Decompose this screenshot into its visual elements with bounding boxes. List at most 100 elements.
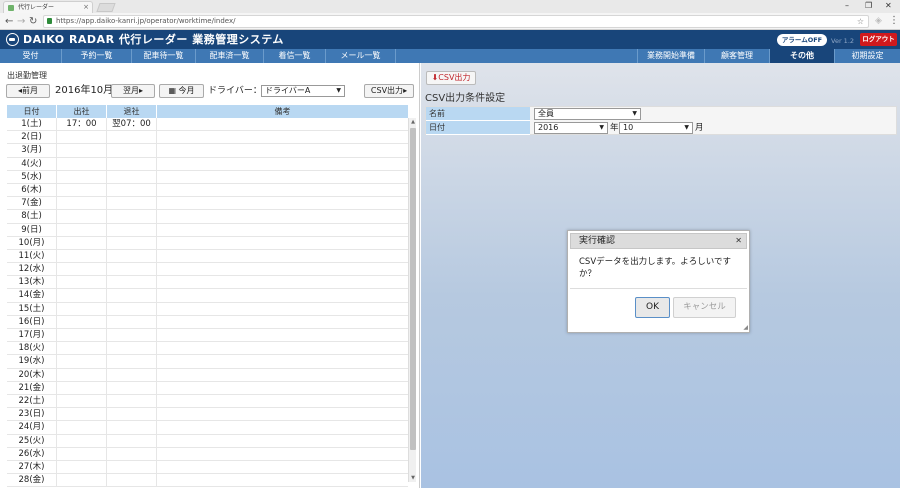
driver-select[interactable]: ドライバーA ▼	[261, 85, 345, 97]
this-month-button[interactable]: ▦ 今月	[159, 84, 204, 98]
back-icon[interactable]: ←	[5, 15, 13, 28]
dialog-header[interactable]: 実行確認 ✕	[570, 233, 747, 249]
window-close-icon[interactable]: ✕	[885, 0, 892, 12]
alarm-toggle-button[interactable]: アラームOFF	[777, 34, 827, 46]
cell-note	[157, 435, 408, 448]
nav-dispatched[interactable]: 配車済一覧	[196, 49, 264, 63]
table-row[interactable]: 13(木)	[7, 276, 408, 290]
table-row[interactable]: 10(月)	[7, 236, 408, 250]
table-row[interactable]: 4(火)	[7, 157, 408, 171]
table-row[interactable]: 3(月)	[7, 144, 408, 158]
cell-out	[107, 329, 157, 342]
attendance-panel: 出退勤管理 ◂前月 2016年10月 翌月▸ ▦ 今月 ドライバー： ドライバー…	[0, 63, 420, 488]
prev-month-button[interactable]: ◂前月	[6, 84, 50, 98]
table-row[interactable]: 5(水)	[7, 170, 408, 184]
cell-in	[57, 434, 107, 448]
this-month-label: 今月	[178, 86, 195, 95]
table-row[interactable]: 27(木)	[7, 460, 408, 475]
ok-button[interactable]: OK	[635, 297, 670, 318]
cell-in	[57, 408, 107, 422]
scroll-down-icon[interactable]: ▼	[409, 474, 417, 482]
scroll-up-icon[interactable]: ▲	[409, 118, 417, 126]
month-select[interactable]: 10 ▼	[619, 122, 693, 134]
forward-icon[interactable]: →	[17, 15, 25, 28]
dropdown-caret-icon: ▼	[599, 124, 604, 131]
table-row[interactable]: 23(日)	[7, 408, 408, 422]
table-row[interactable]: 18(火)	[7, 342, 408, 356]
table-row[interactable]: 1(土) 17：00 翌07：00	[7, 118, 408, 132]
cell-date: 25(火)	[7, 434, 57, 448]
cell-date: 12(水)	[7, 263, 57, 277]
nav-dispatch-waiting[interactable]: 配車待一覧	[132, 49, 196, 63]
close-tab-icon[interactable]: ×	[83, 2, 89, 13]
nav-other[interactable]: その他	[770, 49, 835, 63]
logout-button[interactable]: ログアウト	[860, 33, 897, 46]
table-row[interactable]: 22(土)	[7, 394, 408, 409]
cell-out	[107, 381, 157, 395]
table-row[interactable]: 19(水)	[7, 355, 408, 369]
nav-reservations[interactable]: 予約一覧	[62, 49, 132, 63]
table-row[interactable]: 20(木)	[7, 368, 408, 382]
year-select[interactable]: 2016 ▼	[534, 122, 608, 134]
nav-reception[interactable]: 受付	[0, 49, 62, 63]
cell-in	[57, 131, 107, 145]
resize-grip-icon[interactable]: ◢	[743, 324, 748, 331]
nav-mail[interactable]: メール一覧	[326, 49, 396, 63]
cell-note	[157, 289, 408, 302]
table-row[interactable]: 9(日)	[7, 223, 408, 237]
bookmark-star-icon[interactable]: ☆	[857, 16, 864, 27]
cell-date: 5(水)	[7, 170, 57, 184]
dialog-title: 実行確認	[579, 236, 616, 246]
col-note: 備考	[274, 107, 291, 116]
table-row[interactable]: 26(水)	[7, 447, 408, 461]
csv-output-button[interactable]: ⬇CSV出力	[426, 71, 476, 85]
cancel-button[interactable]: キャンセル	[673, 297, 736, 318]
table-row[interactable]: 12(水)	[7, 263, 408, 277]
table-row[interactable]: 7(金)	[7, 197, 408, 211]
table-header: 日付 出社 退社 備考	[7, 105, 408, 118]
table-row[interactable]: 2(日)	[7, 131, 408, 145]
table-row[interactable]: 8(土)	[7, 210, 408, 224]
cell-in	[57, 421, 107, 435]
cell-note	[157, 303, 408, 316]
table-row[interactable]: 11(火)	[7, 249, 408, 264]
table-row[interactable]: 15(土)	[7, 302, 408, 316]
maximize-icon[interactable]: ❐	[865, 0, 872, 12]
table-row[interactable]: 16(日)	[7, 315, 408, 329]
name-select[interactable]: 全員 ▼	[534, 108, 641, 120]
table-row[interactable]: 21(金)	[7, 381, 408, 395]
next-month-button[interactable]: 翌月▸	[111, 84, 155, 98]
cell-out	[107, 460, 157, 474]
close-icon[interactable]: ✕	[735, 234, 742, 248]
cell-in	[57, 170, 107, 184]
new-tab-button[interactable]	[96, 3, 116, 12]
cell-in	[57, 315, 107, 329]
table-scrollbar[interactable]: ▲ ▼	[408, 118, 416, 482]
url-input[interactable]: https://app.daiko-kanri.jp/operator/work…	[43, 15, 869, 28]
table-row[interactable]: 25(火)	[7, 434, 408, 448]
csv-export-button[interactable]: CSV出力▸	[364, 84, 414, 98]
table-row[interactable]: 28(金)	[7, 474, 408, 488]
browser-tab[interactable]: 代行レーダー ×	[3, 1, 93, 13]
nav-incoming-calls[interactable]: 着信一覧	[264, 49, 326, 63]
table-row[interactable]: 14(金)	[7, 289, 408, 303]
table-row[interactable]: 6(木)	[7, 183, 408, 198]
csv-conditions-title: CSV出力条件設定	[425, 93, 506, 104]
nav-customers[interactable]: 顧客管理	[705, 49, 770, 63]
cell-out	[107, 474, 157, 488]
cell-in	[57, 474, 107, 488]
scroll-thumb[interactable]	[410, 128, 416, 450]
nav-work-start[interactable]: 業務開始準備	[637, 49, 705, 63]
nav-settings[interactable]: 初期設定	[835, 49, 900, 63]
reload-icon[interactable]: ↻	[29, 15, 37, 28]
extension-icon[interactable]: ◈	[875, 16, 882, 26]
cell-out	[107, 447, 157, 461]
cell-out	[107, 170, 157, 184]
cell-note	[157, 237, 408, 250]
browser-menu-icon[interactable]: ⋮	[889, 15, 899, 26]
cell-in	[57, 394, 107, 408]
table-row[interactable]: 24(月)	[7, 421, 408, 435]
table-row[interactable]: 17(月)	[7, 329, 408, 343]
cell-in	[57, 263, 107, 277]
minimize-icon[interactable]: –	[845, 0, 849, 12]
